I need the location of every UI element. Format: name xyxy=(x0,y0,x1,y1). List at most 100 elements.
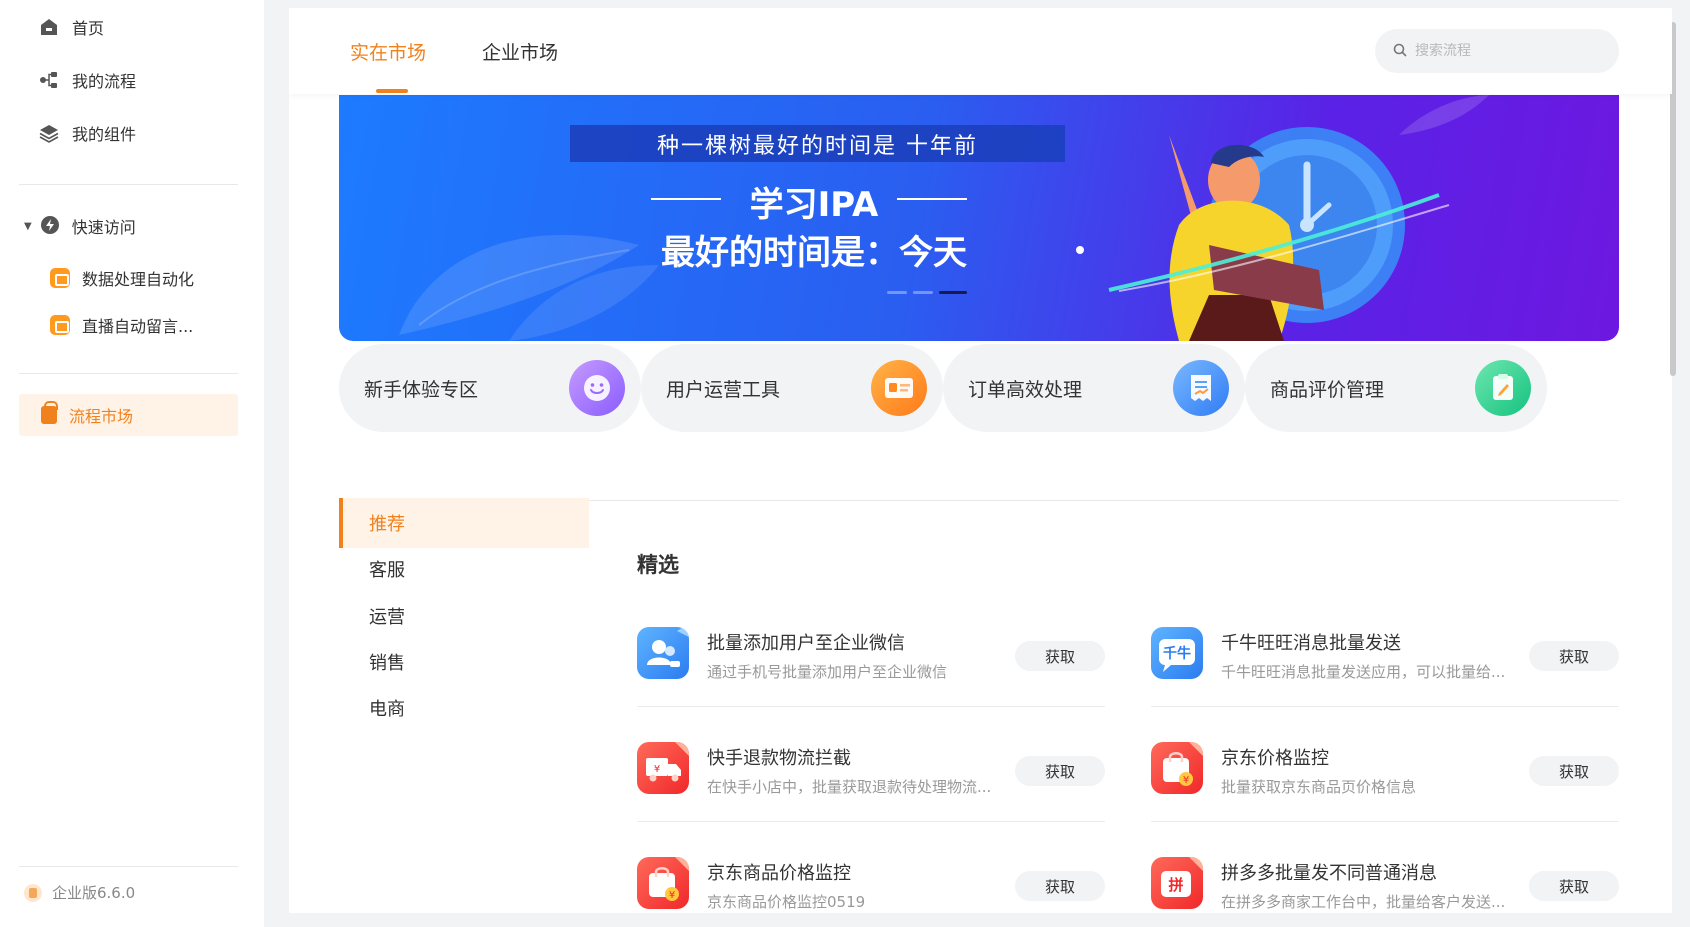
card-divider xyxy=(637,706,1105,707)
version-label: 企业版6.6.0 xyxy=(52,884,136,902)
quick-access-toggle[interactable]: ▼ 快速访问 xyxy=(24,210,136,242)
quick-access-label: 快速访问 xyxy=(71,218,136,237)
flow-desc: 批量获取京东商品页价格信息 xyxy=(1221,778,1417,796)
id-card-icon xyxy=(871,360,927,416)
carousel-dot[interactable] xyxy=(913,291,933,294)
search-icon xyxy=(1393,42,1407,61)
quick-access-item[interactable]: 直播自动留言... xyxy=(50,309,193,341)
version-info: 企业版6.6.0 xyxy=(24,882,135,903)
flow-app-icon xyxy=(50,315,70,335)
flow-title: 千牛旺旺消息批量发送 xyxy=(1221,633,1401,654)
category-card-beginner[interactable]: 新手体验专区 xyxy=(339,344,641,432)
nav-flow-market[interactable]: 流程市场 xyxy=(19,394,238,436)
topbar: 实在市场 企业市场 xyxy=(289,8,1672,94)
layers-icon xyxy=(38,122,60,144)
tab-shizai-market[interactable]: 实在市场 xyxy=(350,38,426,65)
nav-my-flows[interactable]: 我的流程 xyxy=(38,64,136,96)
flow-card[interactable]: ¥ 快手退款物流拦截 在快手小店中，批量获取退款待处理物流... 获取 xyxy=(637,742,1105,858)
card-divider xyxy=(1151,821,1619,822)
banner-line2: 最好的时间是：今天 xyxy=(661,233,967,273)
main-panel: 实在市场 企业市场 搜索流程 种一棵树最好的时间是 十年前 学习IPA 最好的时… xyxy=(289,8,1672,913)
flow-desc: 千牛旺旺消息批量发送应用，可以批量给... xyxy=(1221,663,1506,681)
menu-sales[interactable]: 销售 xyxy=(339,637,589,687)
sidebar-divider xyxy=(19,373,238,374)
shopping-bag-icon: ¥ xyxy=(637,857,689,909)
category-label: 商品评价管理 xyxy=(1270,378,1385,401)
flow-title: 拼多多批量发不同普通消息 xyxy=(1221,863,1437,884)
refund-truck-icon: ¥ xyxy=(637,742,689,794)
get-button[interactable]: 获取 xyxy=(1015,871,1105,901)
carousel-dot-active[interactable] xyxy=(939,291,967,294)
home-icon xyxy=(38,16,60,38)
get-button[interactable]: 获取 xyxy=(1015,756,1105,786)
flow-card[interactable]: 千牛 千牛旺旺消息批量发送 千牛旺旺消息批量发送应用，可以批量给... 获取 xyxy=(1151,627,1619,743)
promo-banner[interactable]: 种一棵树最好的时间是 十年前 学习IPA 最好的时间是：今天 xyxy=(339,95,1619,341)
svg-text:千牛: 千牛 xyxy=(1163,645,1191,662)
menu-customer-service[interactable]: 客服 xyxy=(339,544,589,594)
nav-my-flows-label: 我的流程 xyxy=(72,72,137,91)
nav-flow-market-label: 流程市场 xyxy=(69,407,134,426)
category-card-user-ops[interactable]: 用户运营工具 xyxy=(641,344,943,432)
banner-line1: 学习IPA xyxy=(749,185,879,225)
flow-desc: 在拼多多商家工作台中，批量给客户发送... xyxy=(1221,893,1506,911)
receipt-icon xyxy=(1173,360,1229,416)
flow-card[interactable]: 拼 拼多多批量发不同普通消息 在拼多多商家工作台中，批量给客户发送... 获取 xyxy=(1151,857,1619,913)
category-label: 用户运营工具 xyxy=(666,378,781,401)
search-box[interactable] xyxy=(1375,29,1619,73)
category-card-reviews[interactable]: 商品评价管理 xyxy=(1245,344,1547,432)
get-button[interactable]: 获取 xyxy=(1529,756,1619,786)
flow-desc: 在快手小店中，批量获取退款待处理物流... xyxy=(707,778,992,796)
shopping-bag-icon: ¥ xyxy=(1151,742,1203,794)
nav-my-components[interactable]: 我的组件 xyxy=(38,117,136,149)
flow-card[interactable]: ¥ 京东价格监控 批量获取京东商品页价格信息 获取 xyxy=(1151,742,1619,858)
flow-icon xyxy=(38,69,60,91)
svg-text:¥: ¥ xyxy=(1183,775,1189,786)
svg-text:¥: ¥ xyxy=(654,764,660,775)
menu-recommended[interactable]: 推荐 xyxy=(339,498,589,548)
caret-down-icon: ▼ xyxy=(24,220,32,232)
edit-note-icon xyxy=(1475,360,1531,416)
quick-access-item-label: 数据处理自动化 xyxy=(82,270,195,289)
card-divider xyxy=(1151,706,1619,707)
get-button[interactable]: 获取 xyxy=(1529,641,1619,671)
quick-access-item[interactable]: 数据处理自动化 xyxy=(50,262,194,294)
flow-card[interactable]: ¥ 京东商品价格监控 京东商品价格监控0519 获取 xyxy=(637,857,1105,913)
menu-ecommerce[interactable]: 电商 xyxy=(339,683,589,733)
nav-my-components-label: 我的组件 xyxy=(72,125,137,144)
flow-desc: 通过手机号批量添加用户至企业微信 xyxy=(707,663,948,681)
flow-title: 京东价格监控 xyxy=(1221,748,1329,769)
category-label: 订单高效处理 xyxy=(968,378,1083,401)
svg-text:拼: 拼 xyxy=(1168,876,1183,894)
flow-desc: 京东商品价格监控0519 xyxy=(707,893,866,911)
banner-headline: 种一棵树最好的时间是 十年前 xyxy=(657,133,978,159)
flow-title: 京东商品价格监控 xyxy=(707,863,851,884)
category-card-orders[interactable]: 订单高效处理 xyxy=(943,344,1245,432)
sidebar-divider xyxy=(19,866,238,867)
carousel-dots xyxy=(887,291,967,294)
qianniu-icon: 千牛 xyxy=(1151,627,1203,679)
flow-title: 快手退款物流拦截 xyxy=(707,748,851,769)
search-input[interactable] xyxy=(1415,43,1605,59)
section-title: 精选 xyxy=(637,553,679,577)
nav-home-label: 首页 xyxy=(72,19,105,38)
quick-access-item-label: 直播自动留言... xyxy=(82,317,194,336)
sidebar-divider xyxy=(19,184,238,185)
smile-icon xyxy=(569,360,625,416)
carousel-dot[interactable] xyxy=(887,291,907,294)
category-label: 新手体验专区 xyxy=(364,378,479,401)
wecom-users-icon xyxy=(637,627,689,679)
pinduoduo-icon: 拼 xyxy=(1151,857,1203,909)
card-divider xyxy=(637,821,1105,822)
bag-icon xyxy=(41,401,58,424)
tab-enterprise-market[interactable]: 企业市场 xyxy=(482,38,558,65)
get-button[interactable]: 获取 xyxy=(1015,641,1105,671)
flow-title: 批量添加用户至企业微信 xyxy=(707,633,905,654)
menu-operations[interactable]: 运营 xyxy=(339,591,589,641)
nav-home[interactable]: 首页 xyxy=(38,11,104,43)
flow-card[interactable]: 批量添加用户至企业微信 通过手机号批量添加用户至企业微信 获取 xyxy=(637,627,1105,743)
lightning-icon xyxy=(40,215,62,237)
svg-text:¥: ¥ xyxy=(669,890,675,901)
flow-app-icon xyxy=(50,268,70,288)
get-button[interactable]: 获取 xyxy=(1529,871,1619,901)
sidebar: 首页 我的流程 我的组件 ▼ 快速访问 数据处理自动化 直播自动留言... 流程… xyxy=(0,0,264,927)
